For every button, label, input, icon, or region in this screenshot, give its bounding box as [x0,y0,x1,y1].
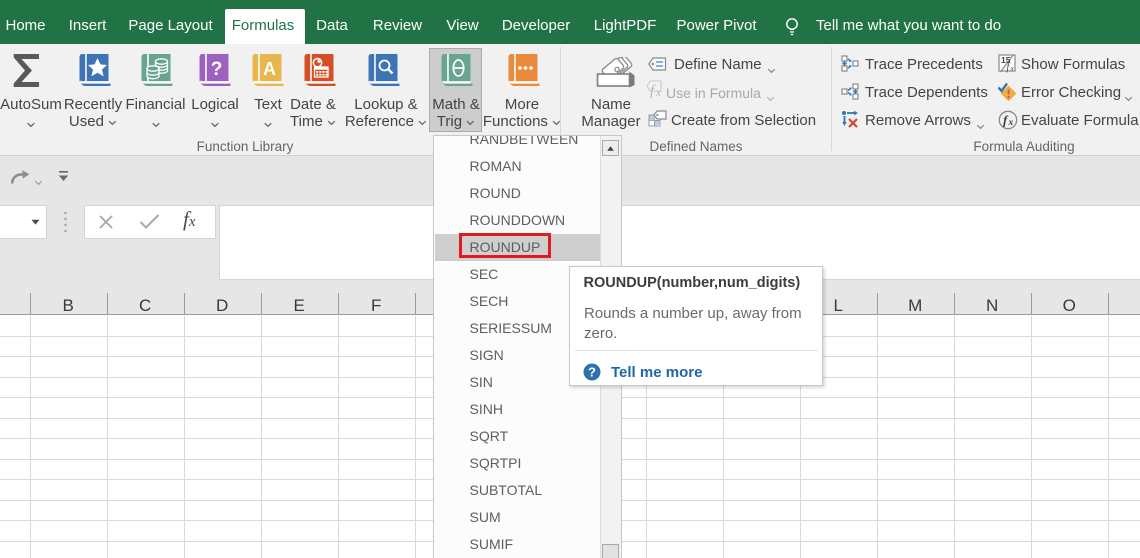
svg-text:x: x [655,87,661,98]
svg-text:?: ? [211,59,223,80]
svg-text:x: x [1010,64,1015,73]
svg-text:x: x [1008,118,1014,128]
svg-text:?: ? [588,365,596,380]
svg-text:A: A [263,59,276,79]
